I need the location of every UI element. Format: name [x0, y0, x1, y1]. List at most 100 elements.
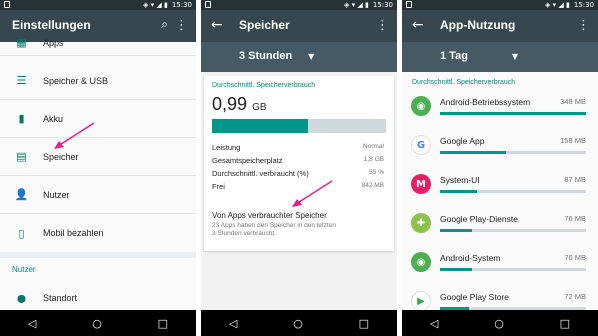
settings-item-label: Speicher & USB [43, 75, 109, 86]
stat-label: Durchschnittl. verbraucht (%) [212, 169, 309, 178]
app-name: Google Play Store [440, 292, 509, 302]
system-ui-icon: M [411, 174, 431, 194]
memory-screen: ◈ ▾ ◢ ▮ 15:30 ← Speicher ⋮ 3 Stunden ▼ Du… [201, 0, 397, 336]
time-range-value: 1 Tag [440, 50, 468, 62]
settings-item-storage-usb[interactable]: ☰ Speicher & USB [0, 62, 196, 100]
status-icons: ◈ ▾ ◢ ▮ [344, 1, 369, 9]
more-options-icon[interactable]: ⋮ [577, 18, 590, 33]
system-navbar: ◁ ○ □ [0, 310, 196, 336]
nav-back-button[interactable]: ◁ [28, 317, 36, 330]
usage-bar-fill [212, 119, 308, 133]
notification-icon [406, 1, 412, 8]
settings-item-label: Speicher [43, 151, 79, 162]
android-system-icon: ◉ [411, 252, 431, 272]
settings-item-users[interactable]: 👤 Nutzer [0, 176, 196, 214]
google-app-icon: G [411, 135, 431, 155]
settings-item-battery[interactable]: ▮ Akku [0, 100, 196, 138]
settings-item-label: Akku [43, 113, 64, 124]
app-memory-size: 158 MB [560, 136, 586, 145]
status-bar: ◈ ▾ ◢ ▮ 15:30 [402, 0, 598, 10]
nav-recents-button[interactable]: □ [158, 317, 168, 330]
app-row[interactable]: ◉ Android-System 76 MB [402, 246, 598, 285]
app-memory-size: 76 MB [564, 214, 586, 223]
settings-item-memory[interactable]: ▤ Speicher [0, 138, 196, 176]
section-title: Durchschnittl. Speicherverbrauch [212, 82, 316, 89]
app-usage-appbar: ← App-Nutzung ⋮ [402, 10, 598, 42]
app-usage-bar-fill [440, 229, 473, 232]
section-header-users: Nutzer [12, 265, 36, 274]
app-usage-bar-fill [440, 190, 477, 193]
app-usage-bar [440, 112, 586, 115]
stat-label: Gesamtspeicherplatz [212, 156, 283, 165]
settings-item-label: Mobil bezahlen [43, 228, 104, 238]
settings-item-apps[interactable]: ▦ Apps [0, 30, 196, 56]
app-row[interactable]: ◉ Android-Betriebssystem 348 MB [402, 90, 598, 129]
nav-back-button[interactable]: ◁ [229, 317, 237, 330]
usage-number: 0,99 [212, 94, 248, 114]
time-range-bar: 3 Stunden ▼ [201, 42, 397, 72]
status-icons: ◈ ▾ ◢ ▮ [143, 1, 168, 9]
app-usage-bar [440, 268, 586, 271]
nav-home-button[interactable]: ○ [92, 317, 102, 330]
average-usage-value: 0,99 GB [212, 94, 267, 115]
nfc-pay-icon: ▯ [18, 226, 25, 240]
stat-row: Leistung Normal [212, 143, 384, 152]
play-services-icon: ✚ [411, 213, 431, 233]
nav-recents-button[interactable]: □ [359, 317, 369, 330]
app-usage-bar-fill [440, 268, 473, 271]
nav-back-button[interactable]: ◁ [430, 317, 438, 330]
app-memory-size: 72 MB [564, 292, 586, 301]
section-title: Durchschnittl. Speicherverbrauch [412, 79, 516, 86]
time-range-bar: 1 Tag ▼ [402, 42, 598, 72]
stat-value: 842 MB [361, 182, 384, 189]
back-arrow-icon[interactable]: ← [412, 17, 424, 33]
settings-item-label: Apps [43, 37, 64, 48]
notification-icon [4, 1, 10, 8]
status-time: 15:30 [372, 1, 393, 9]
stat-label: Frei [212, 182, 225, 191]
apps-memory-title: Von Apps verbrauchter Speicher [212, 211, 327, 220]
system-navbar: ◁ ○ □ [201, 310, 397, 336]
page-title: App-Nutzung [440, 18, 516, 32]
nav-home-button[interactable]: ○ [293, 317, 303, 330]
app-row[interactable]: G Google App 158 MB [402, 129, 598, 168]
dropdown-caret-icon: ▼ [511, 52, 519, 61]
back-arrow-icon[interactable]: ← [211, 17, 223, 33]
apps-memory-item[interactable]: Von Apps verbrauchter Speicher 23 Apps h… [204, 205, 394, 251]
stat-row: Gesamtspeicherplatz 1,8 GB [212, 156, 384, 165]
stat-value: 1,8 GB [363, 156, 384, 163]
storage-icon: ☰ [16, 74, 27, 87]
app-usage-bar [440, 151, 586, 154]
app-usage-bar [440, 229, 586, 232]
settings-item-location[interactable]: ⬤ Standort [0, 283, 196, 313]
stat-label: Leistung [212, 143, 241, 152]
section-divider [0, 252, 196, 258]
stat-value: Normal [363, 143, 384, 150]
android-os-icon: ◉ [411, 96, 431, 116]
app-row[interactable]: M System-UI 87 MB [402, 168, 598, 207]
more-options-icon[interactable]: ⋮ [376, 18, 389, 33]
stat-row: Durchschnittl. verbraucht (%) 55 % [212, 169, 384, 178]
status-time: 15:30 [171, 1, 192, 9]
time-range-dropdown[interactable]: 1 Tag ▼ [440, 50, 518, 63]
settings-item-label: Nutzer [43, 189, 70, 200]
nav-recents-button[interactable]: □ [560, 317, 570, 330]
play-store-icon: ▶ [411, 291, 431, 311]
usage-unit: GB [252, 102, 267, 113]
app-memory-size: 76 MB [564, 253, 586, 262]
time-range-value: 3 Stunden [239, 50, 293, 62]
app-usage-bar-fill [440, 112, 586, 115]
time-range-dropdown[interactable]: 3 Stunden ▼ [239, 50, 314, 63]
settings-item-mobile-pay[interactable]: ▯ Mobil bezahlen [0, 214, 196, 252]
apps-memory-description: 23 Apps haben den Speicher in den letzte… [212, 222, 336, 237]
app-row[interactable]: ✚ Google Play-Dienste 76 MB [402, 207, 598, 246]
apps-icon: ▦ [16, 36, 27, 49]
status-bar: ◈ ▾ ◢ ▮ 15:30 [0, 0, 196, 10]
app-usage-screen: ◈ ▾ ◢ ▮ 15:30 ← App-Nutzung ⋮ 1 Tag ▼ Dur… [402, 0, 598, 336]
status-bar: ◈ ▾ ◢ ▮ 15:30 [201, 0, 397, 10]
stat-value: 55 % [369, 169, 384, 176]
app-name: Android-System [440, 253, 501, 263]
nav-home-button[interactable]: ○ [494, 317, 504, 330]
page-title: Speicher [239, 18, 290, 32]
dropdown-caret-icon: ▼ [308, 52, 315, 61]
